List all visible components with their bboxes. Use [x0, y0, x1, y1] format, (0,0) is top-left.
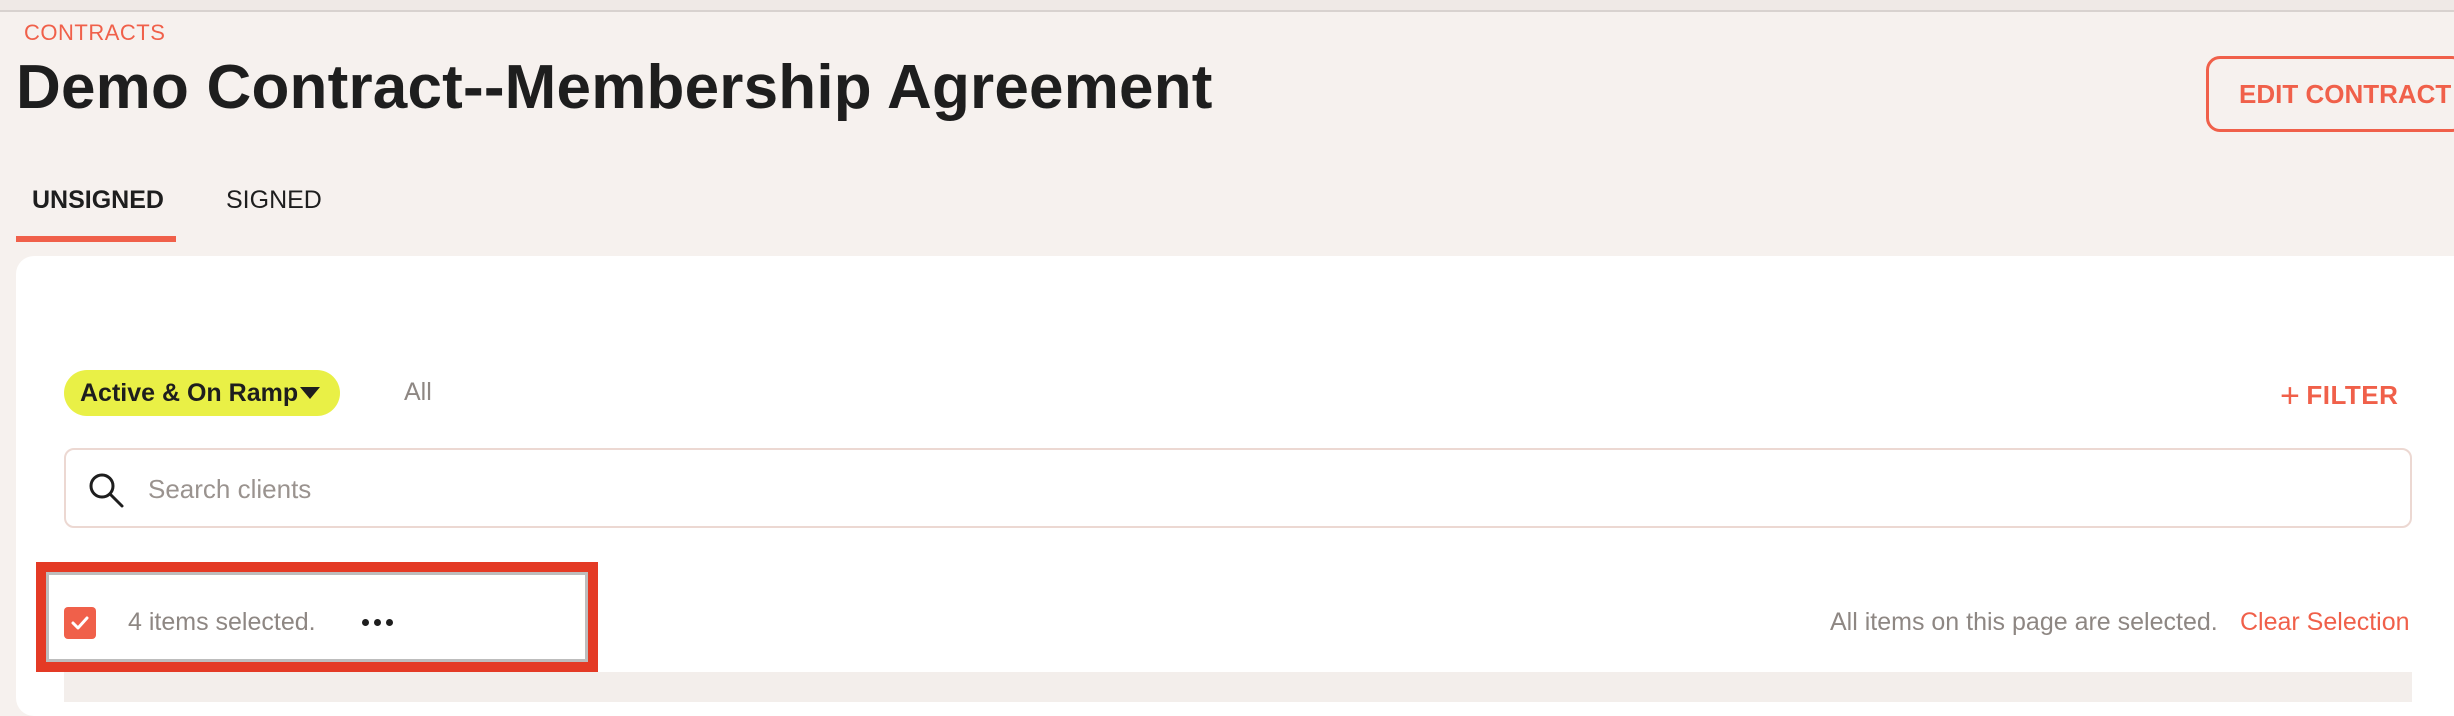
clear-selection-link[interactable]: Clear Selection — [2240, 608, 2410, 637]
selection-highlight-box — [36, 562, 598, 672]
all-filter-option[interactable]: All — [404, 378, 432, 407]
more-horizontal-icon[interactable] — [356, 604, 400, 640]
status-filter-label: Active & On Ramp — [80, 378, 299, 407]
search-box — [64, 448, 2412, 528]
breadcrumb[interactable]: CONTRACTS — [24, 20, 165, 46]
edit-contract-button[interactable]: EDIT CONTRACT — [2206, 56, 2454, 132]
plus-icon: + — [2280, 377, 2301, 415]
add-filter-button[interactable]: + FILTER — [2280, 374, 2399, 415]
status-filter-dropdown[interactable]: Active & On Ramp — [64, 370, 340, 416]
page-title: Demo Contract--Membership Agreement — [16, 53, 1213, 122]
search-input[interactable] — [146, 464, 2350, 514]
page-selected-note: All items on this page are selected. — [1830, 608, 2218, 636]
select-all-checkbox[interactable] — [64, 607, 96, 639]
tab-signed[interactable]: SIGNED — [226, 180, 346, 242]
selected-count-text: 4 items selected. — [128, 608, 316, 636]
tab-unsigned[interactable]: UNSIGNED — [16, 180, 176, 242]
caret-down-icon — [300, 387, 320, 399]
search-icon — [89, 473, 124, 508]
table-header-row — [64, 672, 2412, 702]
add-filter-label: FILTER — [2306, 380, 2399, 410]
check-icon — [71, 616, 89, 630]
top-divider — [0, 0, 2454, 12]
